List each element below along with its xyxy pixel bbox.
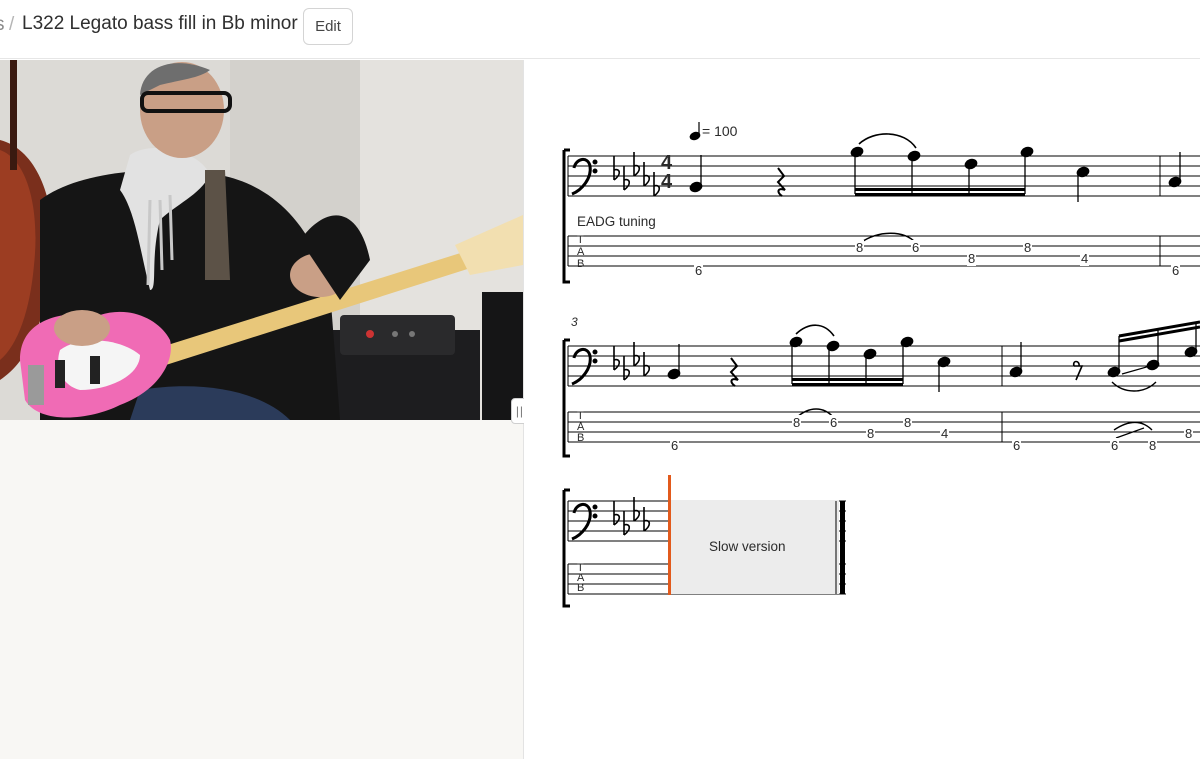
tab-fret: 8 bbox=[866, 426, 876, 441]
tab-fret: 8 bbox=[1023, 240, 1033, 255]
video-frame bbox=[0, 60, 523, 420]
playback-cursor bbox=[668, 475, 671, 595]
edit-button[interactable]: Edit bbox=[303, 8, 353, 45]
tab-fret: 6 bbox=[1171, 263, 1181, 278]
system-2-tab-staff bbox=[568, 411, 1200, 443]
tab-fret: 8 bbox=[903, 415, 913, 430]
tab-fret: 4 bbox=[1080, 251, 1090, 266]
media-pane bbox=[0, 60, 523, 759]
tab-fret: 6 bbox=[694, 263, 704, 278]
top-bar: s / L322 Legato bass fill in Bb minor Ed… bbox=[0, 0, 1200, 59]
score-view[interactable]: = 100 4 4 EADG tuning T A B 6 8 6 8 8 4 … bbox=[524, 60, 1200, 759]
tab-fret: 6 bbox=[911, 240, 921, 255]
final-barline bbox=[840, 501, 845, 594]
tab-fret: 6 bbox=[829, 415, 839, 430]
system-1-brace bbox=[562, 148, 570, 284]
tab-fret: 6 bbox=[670, 438, 680, 453]
breadcrumb-previous[interactable]: s bbox=[0, 14, 5, 36]
tab-clef-t: T bbox=[577, 234, 584, 246]
measure-number: 3 bbox=[571, 315, 578, 329]
system-1-tab-staff bbox=[568, 235, 1200, 267]
section-label[interactable]: Slow version bbox=[709, 539, 786, 554]
tab-clef-a: A bbox=[577, 246, 585, 258]
time-signature-bottom: 4 bbox=[661, 171, 673, 193]
tab-clef-b: B bbox=[577, 432, 585, 444]
tab-fret: 8 bbox=[792, 415, 802, 430]
tuning-label: EADG tuning bbox=[577, 214, 656, 229]
tab-clef-b: B bbox=[577, 582, 585, 594]
tab-fret: 6 bbox=[1012, 438, 1022, 453]
breadcrumb-separator: / bbox=[9, 14, 15, 35]
tab-fret: 8 bbox=[855, 240, 865, 255]
tab-fret: 8 bbox=[1148, 438, 1158, 453]
tab-fret: 6 bbox=[1110, 438, 1120, 453]
tab-fret: 4 bbox=[940, 426, 950, 441]
quarter-rest-icon bbox=[776, 167, 786, 197]
tab-clef-b: B bbox=[577, 258, 585, 270]
page-title: L322 Legato bass fill in Bb minor bbox=[22, 13, 298, 34]
bass-clef-icon bbox=[571, 158, 592, 196]
notation-canvas bbox=[562, 122, 1200, 608]
tab-fret: 8 bbox=[1184, 426, 1194, 441]
tempo-marking: = 100 bbox=[702, 123, 738, 139]
sixteenth-group bbox=[850, 133, 1034, 196]
lesson-video[interactable] bbox=[0, 60, 523, 420]
tab-fret: 8 bbox=[967, 251, 977, 266]
key-signature-flats bbox=[613, 152, 661, 197]
